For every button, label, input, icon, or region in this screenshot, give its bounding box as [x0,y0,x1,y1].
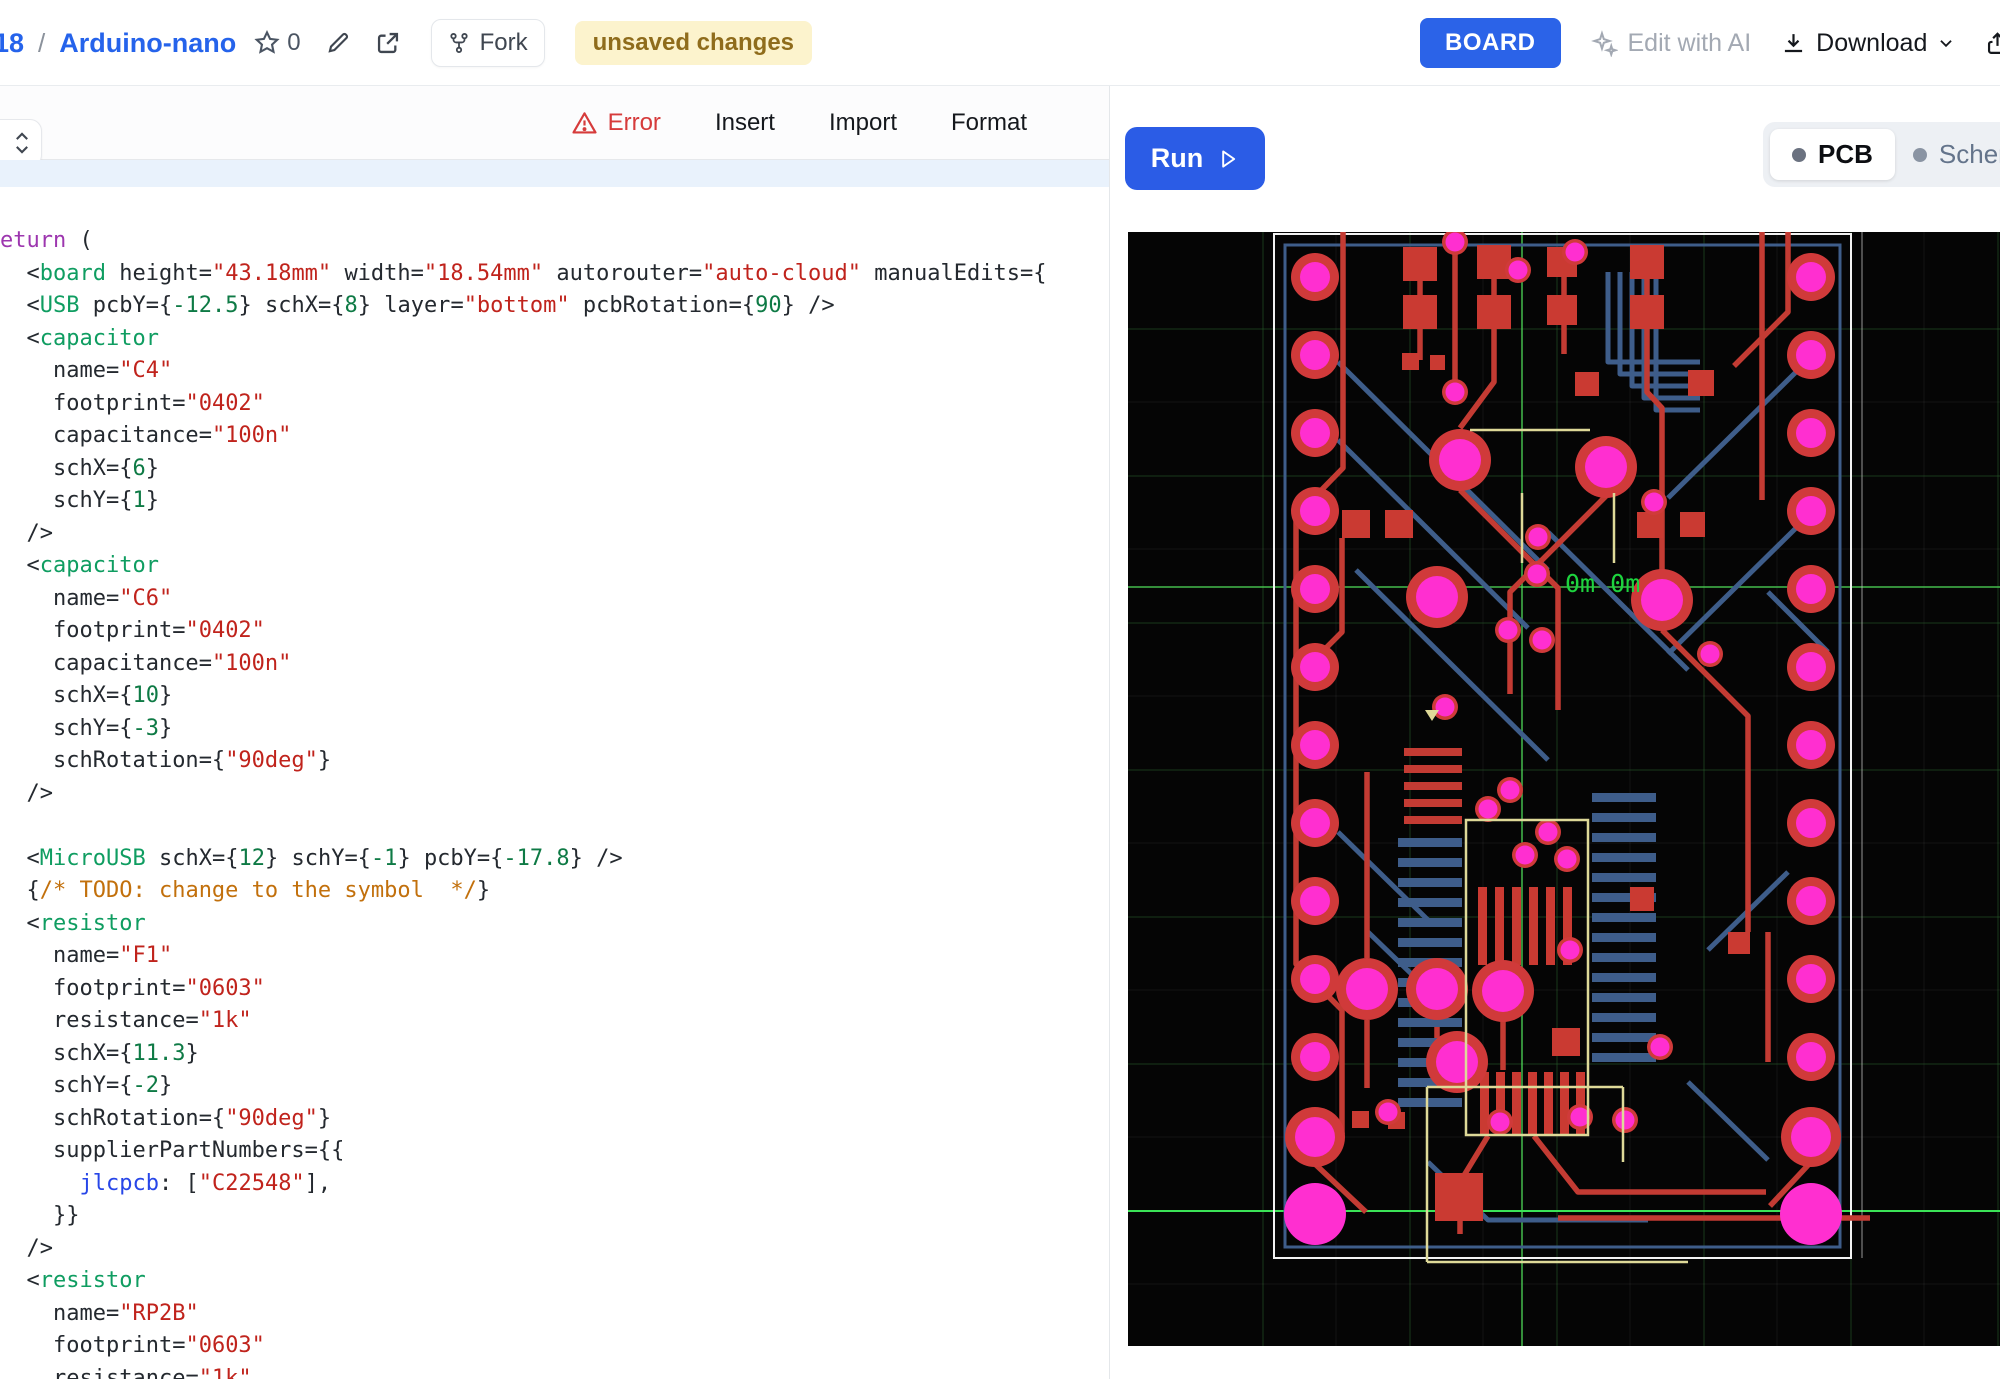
code-line: <resistor [0,1265,1110,1298]
tab-schematic[interactable]: Schem [1905,139,2000,170]
header-actions: BOARD Edit with AI Download Co [1420,0,2000,86]
code-line: schRotation={"90deg"} [0,745,1110,778]
board-button[interactable]: BOARD [1420,18,1561,68]
code-line: }} [0,1200,1110,1233]
code-line: schX={11.3} [0,1038,1110,1071]
star-icon [254,30,280,56]
format-menu-item[interactable]: Format [951,109,1027,137]
fork-button[interactable]: Fork [431,19,545,67]
pcb-dot-icon [1792,148,1806,162]
rename-button[interactable] [325,30,351,56]
code-line: schX={10} [0,680,1110,713]
share-up-icon [1985,31,2000,56]
fork-icon [448,32,470,54]
code-line [0,193,1110,226]
code-line: name="RP2B" [0,1298,1110,1331]
code-line: name="C4" [0,355,1110,388]
pcb-canvas[interactable]: 0m 0m [1128,232,2000,1346]
editor-toolbar: Error Insert Import Format [0,86,1109,160]
chevron-down-icon [1937,34,1955,52]
code-line: schY={-2} [0,1070,1110,1103]
code-line: name="F1" [0,940,1110,973]
code-line: <capacitor [0,323,1110,356]
code-line: resistance="1k" [0,1005,1110,1038]
code-line: footprint="0402" [0,388,1110,421]
edit-with-ai-button[interactable]: Edit with AI [1591,29,1752,58]
view-toggle: PCB Schem [1763,122,2000,187]
code-line: footprint="0603" [0,1330,1110,1363]
copy-button[interactable]: Co [1985,29,2000,58]
code-line: <board height="43.18mm" width="18.54mm" … [0,258,1110,291]
breadcrumb-owner[interactable]: 18 [0,28,24,59]
open-external-icon [375,30,401,56]
code-line: resistance="1k" [0,1363,1110,1379]
pencil-icon [325,30,351,56]
code-line: <capacitor [0,550,1110,583]
code-line: /> [0,778,1110,811]
code-line: footprint="0402" [0,615,1110,648]
code-line: capacitance="100n" [0,648,1110,681]
code-line: eturn ( [0,225,1110,258]
download-button[interactable]: Download [1781,29,1955,58]
code-line: <USB pcbY={-12.5} schX={8} layer="bottom… [0,290,1110,323]
code-line: <MicroUSB schX={12} schY={-1} pcbY={-17.… [0,843,1110,876]
star-button[interactable]: 0 [254,29,300,57]
breadcrumb-separator: / [38,28,45,59]
run-button[interactable]: Run [1125,127,1265,190]
preview-panel: Run PCB Schem 0m 0m [1111,86,2000,1379]
download-label: Download [1816,29,1927,58]
pcb-render: 0m 0m [1128,232,2000,1346]
code-line: /> [0,1233,1110,1266]
fork-label: Fork [480,29,528,57]
tab-pcb[interactable]: PCB [1770,129,1895,180]
app-header: 18 / Arduino-nano 0 Fork unsaved changes… [0,0,2000,86]
warning-icon [571,110,598,137]
code-line [0,810,1110,843]
tab-pcb-label: PCB [1818,139,1873,170]
unsaved-changes-badge: unsaved changes [575,21,812,65]
code-line: schY={-3} [0,713,1110,746]
svg-text:0m 0m: 0m 0m [1565,569,1640,598]
edit-with-ai-label: Edit with AI [1628,29,1752,58]
code-line: supplierPartNumbers={{ [0,1135,1110,1168]
code-line: {/* TODO: change to the symbol */} [0,875,1110,908]
code-content[interactable]: eturn ( <board height="43.18mm" width="1… [0,160,1110,1379]
play-icon [1217,148,1239,170]
code-line: footprint="0603" [0,973,1110,1006]
import-menu-item[interactable]: Import [829,109,897,137]
code-line: name="C6" [0,583,1110,616]
star-count: 0 [287,29,300,57]
code-line: schRotation={"90deg"} [0,1103,1110,1136]
error-menu-item[interactable]: Error [571,109,661,137]
insert-menu-item[interactable]: Insert [715,109,775,137]
editor-menu: Error Insert Import Format [571,86,1027,160]
schem-dot-icon [1913,148,1927,162]
up-down-chevrons-icon [13,130,31,156]
code-line [0,160,1110,193]
code-line: <resistor [0,908,1110,941]
open-external-button[interactable] [375,30,401,56]
run-label: Run [1151,143,1203,174]
breadcrumb-project[interactable]: Arduino-nano [59,28,236,59]
code-line: schX={6} [0,453,1110,486]
tab-schematic-label: Schem [1939,139,2000,170]
error-label: Error [608,109,661,137]
sparkle-icon [1591,30,1618,57]
code-line: jlcpcb: ["C22548"], [0,1168,1110,1201]
code-editor-panel: Error Insert Import Format eturn ( <boar… [0,86,1110,1379]
code-line: capacitance="100n" [0,420,1110,453]
breadcrumb: 18 / Arduino-nano 0 Fork unsaved changes [0,0,812,86]
download-icon [1781,31,1806,56]
code-line: /> [0,518,1110,551]
code-line: schY={1} [0,485,1110,518]
